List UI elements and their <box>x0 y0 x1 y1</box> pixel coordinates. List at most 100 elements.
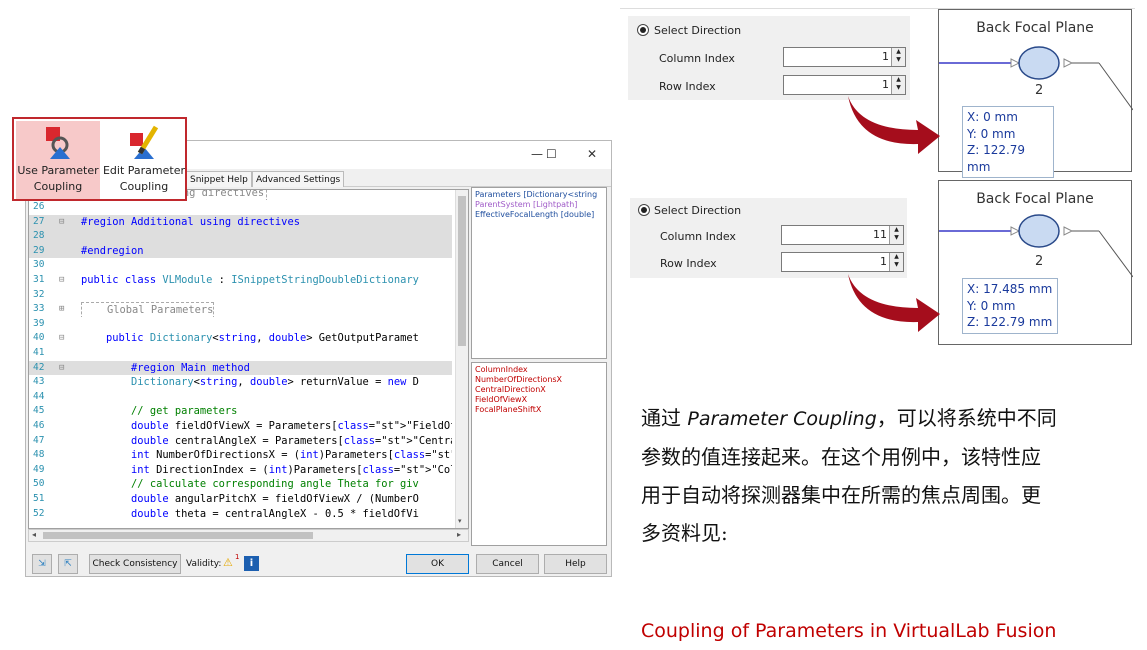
description-line-3: 用于自动将探测器集中在所需的焦点周围。更 <box>641 483 1041 507</box>
edit-parameter-coupling-button[interactable]: Edit Parameter Coupling <box>102 121 186 199</box>
scroll-down-arrow-icon[interactable]: ▾ <box>458 517 462 525</box>
red-arrow-icon <box>848 96 940 154</box>
dialog-footer: ⇲ ⇱ Check Consistency Validity: ⚠ 1 i OK… <box>26 551 611 577</box>
code-line: 43 Dictionary<string, double> returnValu… <box>29 375 452 390</box>
code-text: double theta = centralAngleX - 0.5 * fie… <box>131 507 419 520</box>
scroll-left-arrow-icon[interactable]: ◂ <box>32 530 36 539</box>
column-index-input[interactable]: 11 ▲ ▼ <box>781 225 904 245</box>
coordinate-tooltip: X: 17.485 mm Y: 0 mm Z: 122.79 mm <box>962 278 1058 334</box>
line-number: 28 <box>33 230 45 242</box>
maximize-button[interactable]: ☐ <box>546 147 557 161</box>
spin-arrows-icon[interactable]: ▲ ▼ <box>891 48 905 66</box>
fold-toggle-icon[interactable]: ⊟ <box>59 215 64 230</box>
use-coupling-line1: Use Parameter <box>17 164 99 177</box>
tab-advanced-settings[interactable]: Advanced Settings <box>252 171 345 187</box>
code-text: #region Additional using directives <box>81 215 300 228</box>
param-item[interactable]: ColumnIndex <box>475 365 528 375</box>
import-button[interactable]: ⇲ <box>32 554 52 574</box>
select-direction-label: Select Direction <box>654 204 742 217</box>
use-parameter-coupling-button[interactable]: Use Parameter Coupling <box>16 121 100 199</box>
radio-button[interactable] <box>638 204 650 216</box>
parameter-coupling-ribbon: Use Parameter Coupling Edit Parameter Co… <box>12 117 187 201</box>
code-line: 40 ⊟ public Dictionary<string, double> Ge… <box>29 331 452 346</box>
code-text: // get parameters <box>81 405 238 418</box>
param-item[interactable]: FocalPlaneShiftX <box>475 405 541 415</box>
code-line: 44 <box>29 390 452 405</box>
node-number: 2 <box>1035 254 1044 269</box>
radio-button[interactable] <box>637 24 649 36</box>
description-line-4: 多资料见: <box>641 521 728 545</box>
code-text: double centralAngleX = Parameters[class=… <box>131 434 452 447</box>
param-item[interactable]: CentralDirectionX <box>475 385 546 395</box>
code-line: 47 double centralAngleX = Parameters[cla… <box>29 434 452 449</box>
param-item[interactable]: ParentSystem [Lightpath] <box>475 200 577 210</box>
description-text: 通过 Parameter Coupling，可以将系统中不同 参数的值连接起来。… <box>641 399 1141 552</box>
minimize-button[interactable]: — <box>531 147 543 161</box>
help-button[interactable]: Help <box>544 554 607 574</box>
code-text: public Dictionary<string, double> GetOut… <box>106 332 419 345</box>
parameter-list-top: Parameters [Dictionary<string ParentSyst… <box>471 187 607 359</box>
horizontal-scrollbar[interactable]: ◂ ▸ <box>28 529 469 542</box>
code-line: 48 int NumberOfDirectionsX = (int)Parame… <box>29 448 452 463</box>
code-text: double angularPitchX = fieldOfViewX / (N… <box>131 493 419 505</box>
line-number: 42 <box>33 361 45 373</box>
parameter-coupling-term: Parameter Coupling <box>687 408 877 430</box>
code-text: Global Parameters <box>81 302 215 317</box>
coord-y: Y: 0 mm <box>967 298 1016 313</box>
coupling-parameters-link[interactable]: Coupling of Parameters in VirtualLab Fus… <box>641 620 1056 642</box>
info-icon[interactable]: i <box>244 556 259 571</box>
check-consistency-button[interactable]: Check Consistency <box>89 554 181 574</box>
validity-label: Validity: <box>186 559 222 569</box>
code-line: 46 double fieldOfViewX = Parameters[clas… <box>29 419 452 434</box>
code-line: 45 // get parameters <box>29 404 452 419</box>
code-text: public class VLModule : ISnippetStringDo… <box>81 274 419 286</box>
scroll-thumb[interactable] <box>43 532 313 539</box>
line-number: 48 <box>33 449 45 461</box>
description-line-1: 通过 Parameter Coupling，可以将系统中不同 <box>641 406 1057 430</box>
warning-icon[interactable]: ⚠ <box>223 556 233 569</box>
line-number: 43 <box>33 376 45 388</box>
param-item[interactable]: Parameters [Dictionary<string <box>475 190 597 200</box>
code-editor[interactable]: #region Using directives 26 27 ⊟ #region Ad… <box>28 189 469 529</box>
line-number: 47 <box>33 434 45 446</box>
param-item[interactable]: EffectiveFocalLength [double] <box>475 210 594 220</box>
line-number: 44 <box>33 390 45 402</box>
fold-toggle-icon[interactable]: ⊟ <box>59 361 64 376</box>
tab-snippet-help[interactable]: Snippet Help <box>186 171 252 187</box>
vertical-scrollbar[interactable]: ▾ <box>455 190 468 528</box>
close-button[interactable]: ✕ <box>587 147 597 161</box>
fold-toggle-icon[interactable]: ⊟ <box>59 331 64 346</box>
param-item[interactable]: NumberOfDirectionsX <box>475 375 562 385</box>
code-text: int NumberOfDirectionsX = (int)Parameter… <box>131 449 452 462</box>
code-line: 32 <box>29 288 452 303</box>
column-index-input[interactable]: 1 ▲ ▼ <box>783 47 906 67</box>
coordinate-tooltip: X: 0 mm Y: 0 mm Z: 122.79 mm <box>962 106 1054 178</box>
coord-x: X: 0 mm <box>967 110 1018 124</box>
line-number: 30 <box>33 259 45 271</box>
code-line: 52 double theta = centralAngleX - 0.5 * … <box>29 507 452 522</box>
code-line: 29 #endregion <box>29 243 452 259</box>
edit-coupling-line1: Edit Parameter <box>102 164 186 177</box>
code-line: 27 ⊟ #region Additional using directives <box>29 214 452 230</box>
export-button[interactable]: ⇱ <box>58 554 78 574</box>
parameter-list-bottom: ColumnIndex NumberOfDirectionsX CentralD… <box>471 362 607 546</box>
row-index-label: Row Index <box>660 257 717 270</box>
line-number: 41 <box>33 347 45 358</box>
code-line: 51 double angularPitchX = fieldOfViewX /… <box>29 492 452 507</box>
fold-toggle-icon[interactable]: ⊞ <box>59 302 64 317</box>
spin-arrows-icon[interactable]: ▲ ▼ <box>889 226 903 244</box>
select-direction-label: Select Direction <box>654 24 742 37</box>
code-line: 33 ⊞ Global Parameters <box>29 302 452 317</box>
line-number: 51 <box>33 493 45 504</box>
ok-button[interactable]: OK <box>406 554 469 574</box>
fold-toggle-icon[interactable]: ⊟ <box>59 273 64 288</box>
row-index-label: Row Index <box>659 80 716 93</box>
param-item[interactable]: FieldOfViewX <box>475 395 527 405</box>
code-line: 31 ⊟ public class VLModule : ISnippetStrin… <box>29 273 452 288</box>
scroll-thumb[interactable] <box>458 196 466 346</box>
code-text: Dictionary<string, double> returnValue =… <box>131 376 419 389</box>
code-line: 42 ⊟ #region Main method <box>29 360 452 376</box>
cancel-button[interactable]: Cancel <box>476 554 539 574</box>
scroll-right-arrow-icon[interactable]: ▸ <box>457 530 461 539</box>
line-number: 46 <box>33 420 45 431</box>
